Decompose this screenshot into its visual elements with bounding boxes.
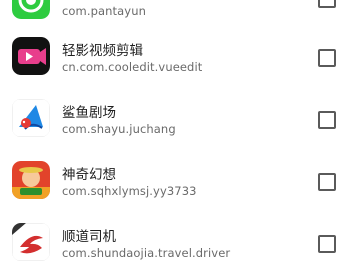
app-name: 顺道司机 — [62, 229, 116, 245]
app-row-shayu[interactable]: 鲨鱼剧场 com.shayu.juchang — [0, 93, 350, 155]
green-phone-app-icon — [12, 0, 50, 19]
app-package: com.pantayun — [62, 4, 146, 18]
app-checkbox[interactable] — [318, 235, 336, 253]
app-package: com.shayu.juchang — [62, 122, 176, 136]
shark-theater-icon — [12, 99, 50, 137]
app-checkbox[interactable] — [318, 0, 336, 8]
app-name: 轻影视频剪辑 — [62, 43, 143, 59]
app-package: com.sqhxlymsj.yy3733 — [62, 184, 197, 198]
app-name: 鲨鱼剧场 — [62, 105, 116, 121]
app-row-pantayun[interactable]: com.pantayun — [0, 0, 350, 31]
app-row-yy3733[interactable]: 神奇幻想 com.sqhxlymsj.yy3733 — [0, 155, 350, 217]
driver-app-icon — [12, 223, 50, 261]
anime-game-icon — [12, 161, 50, 199]
app-checkbox[interactable] — [318, 49, 336, 67]
video-editor-icon — [12, 37, 50, 75]
app-checkbox[interactable] — [318, 173, 336, 191]
app-package: cn.com.cooledit.vueedit — [62, 60, 203, 74]
app-checkbox[interactable] — [318, 111, 336, 129]
app-name: 神奇幻想 — [62, 167, 116, 183]
app-row-shundaojia[interactable]: 顺道司机 com.shundaojia.travel.driver — [0, 217, 350, 279]
app-package: com.shundaojia.travel.driver — [62, 246, 231, 260]
app-row-vueedit[interactable]: 轻影视频剪辑 cn.com.cooledit.vueedit — [0, 31, 350, 93]
